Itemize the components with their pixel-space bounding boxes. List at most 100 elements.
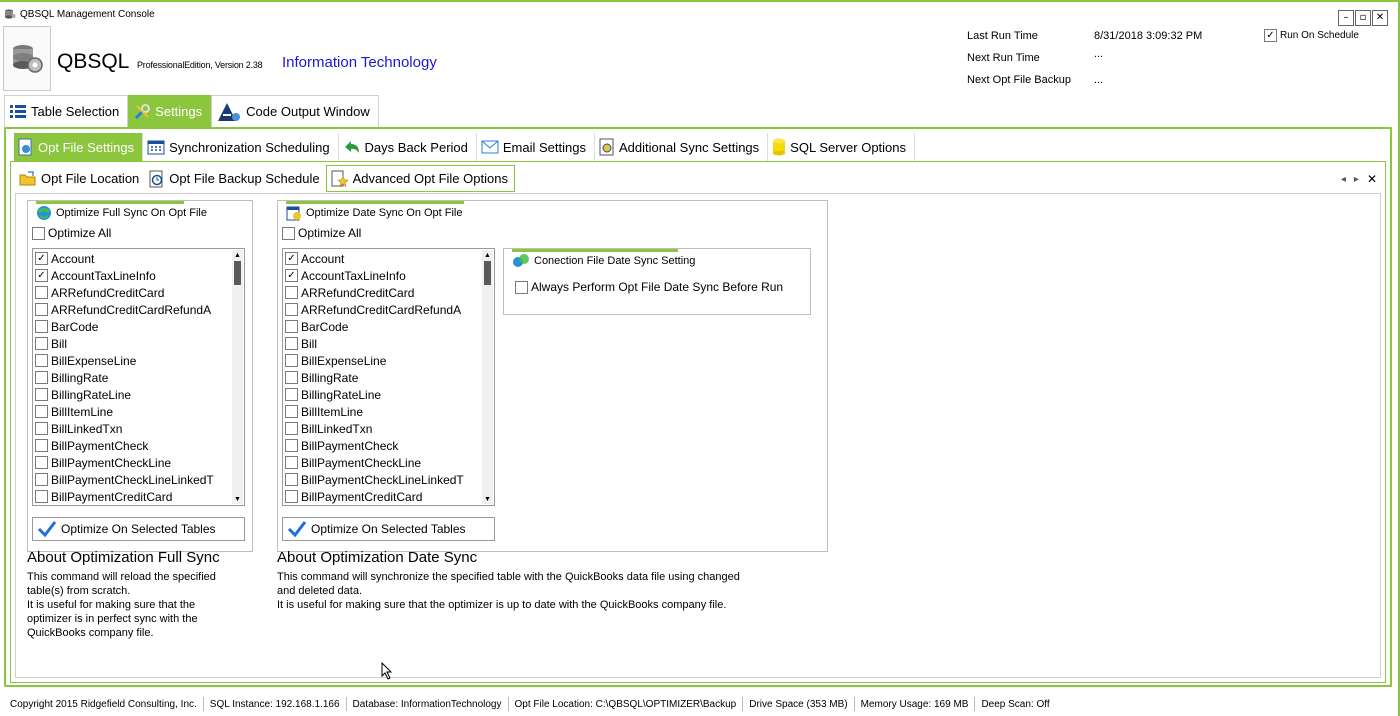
list-item[interactable]: BarCode [285,318,480,335]
full-sync-table-list[interactable]: ✓ Account ✓ AccountTaxLineInfo ARRefundCredi… [32,248,245,506]
list-item[interactable]: BillPaymentCreditCard [35,488,230,505]
close-button[interactable]: ✕ [1372,10,1388,26]
list-item[interactable]: BillPaymentCheck [35,437,230,454]
scroll-down-icon[interactable]: ▼ [482,494,493,504]
list-item[interactable]: ARRefundCreditCard [35,284,230,301]
table-checkbox[interactable] [285,388,298,401]
table-checkbox[interactable]: ✓ [35,252,48,265]
full-sync-scrollbar[interactable]: ▲ ▼ [232,250,243,504]
table-checkbox[interactable] [285,337,298,350]
table-checkbox[interactable] [285,473,298,486]
always-perform-date-sync[interactable]: Always Perform Opt File Date Sync Before… [515,280,783,294]
list-item[interactable]: BillPaymentCheckLineLinkedT [35,471,230,488]
scroll-down-icon[interactable]: ▼ [232,494,243,504]
tab-advanced-opt-file-options[interactable]: Advanced Opt File Options [325,165,515,192]
tab-close-icon[interactable]: ✕ [1367,172,1377,186]
always-perform-date-sync-check[interactable] [515,280,528,294]
table-checkbox[interactable] [285,320,298,333]
list-item[interactable]: ✓ Account [285,250,480,267]
list-item[interactable]: ARRefundCreditCardRefundA [285,301,480,318]
table-checkbox[interactable] [35,456,48,469]
table-checkbox[interactable] [35,439,48,452]
table-checkbox[interactable]: ✓ [35,269,48,282]
full-sync-optimize-all[interactable]: Optimize All [32,226,111,240]
tab-sql-server-options[interactable]: SQL Server Options [768,133,916,161]
table-checkbox[interactable] [35,490,48,503]
table-checkbox[interactable] [285,456,298,469]
list-item[interactable]: BillItemLine [35,403,230,420]
list-item[interactable]: Bill [285,335,480,352]
table-checkbox[interactable] [285,303,298,316]
table-checkbox[interactable] [35,371,48,384]
list-item[interactable]: ✓ AccountTaxLineInfo [285,267,480,284]
table-checkbox[interactable] [35,337,48,350]
date-sync-scrollbar[interactable]: ▲ ▼ [482,250,493,504]
list-item[interactable]: ✓ AccountTaxLineInfo [35,267,230,284]
table-checkbox[interactable] [35,473,48,486]
list-item[interactable]: ARRefundCreditCardRefundA [35,301,230,318]
list-item[interactable]: BillLinkedTxn [35,420,230,437]
list-item[interactable]: BillingRateLine [35,386,230,403]
list-item[interactable]: BillItemLine [285,403,480,420]
scroll-thumb[interactable] [484,261,491,285]
date-sync-optimize-all-check[interactable] [282,226,295,240]
tab-scroll-left-icon[interactable]: ◂ [1341,174,1346,185]
table-checkbox[interactable] [35,422,48,435]
tab-table-selection[interactable]: Table Selection [4,95,129,127]
date-sync-optimize-button[interactable]: Optimize On Selected Tables [282,517,495,541]
tab-code-output-window[interactable]: Code Output Window [211,95,379,127]
table-checkbox[interactable] [35,354,48,367]
tab-days-back-period[interactable]: Days Back Period [339,133,477,161]
table-checkbox[interactable] [35,286,48,299]
list-item[interactable]: BillPaymentCreditCard [285,488,480,505]
table-checkbox[interactable]: ✓ [285,252,298,265]
scroll-up-icon[interactable]: ▲ [482,250,493,260]
date-sync-optimize-all[interactable]: Optimize All [282,226,361,240]
tab-email-settings[interactable]: Email Settings [477,133,595,161]
tab-settings[interactable]: Settings [128,95,212,127]
list-item[interactable]: ARRefundCreditCard [285,284,480,301]
table-checkbox[interactable] [35,303,48,316]
scroll-thumb[interactable] [234,261,241,285]
maximize-button[interactable]: ▫ [1355,10,1371,26]
run-on-schedule-check[interactable]: ✓ [1264,29,1277,42]
tab-synchronization-scheduling[interactable]: Synchronization Scheduling [143,133,339,161]
run-on-schedule-checkbox[interactable]: ✓ Run On Schedule [1264,29,1359,42]
table-checkbox[interactable] [285,405,298,418]
date-sync-optimize-all-label: Optimize All [298,226,362,240]
list-item[interactable]: BillPaymentCheckLineLinkedT [285,471,480,488]
minimize-button[interactable]: – [1338,10,1354,26]
list-item[interactable]: BarCode [35,318,230,335]
table-checkbox[interactable] [35,388,48,401]
date-sync-table-list[interactable]: ✓ Account ✓ AccountTaxLineInfo ARRefundCredi… [282,248,495,506]
table-checkbox[interactable] [35,405,48,418]
list-item[interactable]: ✓ Account [35,250,230,267]
list-item[interactable]: BillPaymentCheckLine [285,454,480,471]
tab-opt-file-settings[interactable]: Opt File Settings [14,133,144,161]
list-item[interactable]: BillPaymentCheck [285,437,480,454]
tab-scroll-right-icon[interactable]: ▸ [1354,174,1359,185]
scroll-up-icon[interactable]: ▲ [232,250,243,260]
table-checkbox[interactable] [285,354,298,367]
table-checkbox[interactable] [285,422,298,435]
tab-opt-file-location[interactable]: Opt File Location [15,165,145,192]
list-item[interactable]: BillingRate [35,369,230,386]
list-item[interactable]: BillPaymentCheckLine [35,454,230,471]
list-item[interactable]: BillExpenseLine [285,352,480,369]
list-item[interactable]: BillExpenseLine [35,352,230,369]
table-name: BillExpenseLine [51,353,137,368]
table-checkbox[interactable] [285,286,298,299]
tab-additional-sync-settings[interactable]: Additional Sync Settings [595,133,769,161]
full-sync-optimize-all-check[interactable] [32,226,45,240]
full-sync-optimize-button[interactable]: Optimize On Selected Tables [32,517,245,541]
list-item[interactable]: Bill [35,335,230,352]
list-item[interactable]: BillLinkedTxn [285,420,480,437]
table-checkbox[interactable]: ✓ [285,269,298,282]
table-checkbox[interactable] [285,371,298,384]
table-checkbox[interactable] [35,320,48,333]
table-checkbox[interactable] [285,439,298,452]
table-checkbox[interactable] [285,490,298,503]
list-item[interactable]: BillingRateLine [285,386,480,403]
list-item[interactable]: BillingRate [285,369,480,386]
tab-opt-file-backup-schedule[interactable]: Opt File Backup Schedule [145,165,325,192]
